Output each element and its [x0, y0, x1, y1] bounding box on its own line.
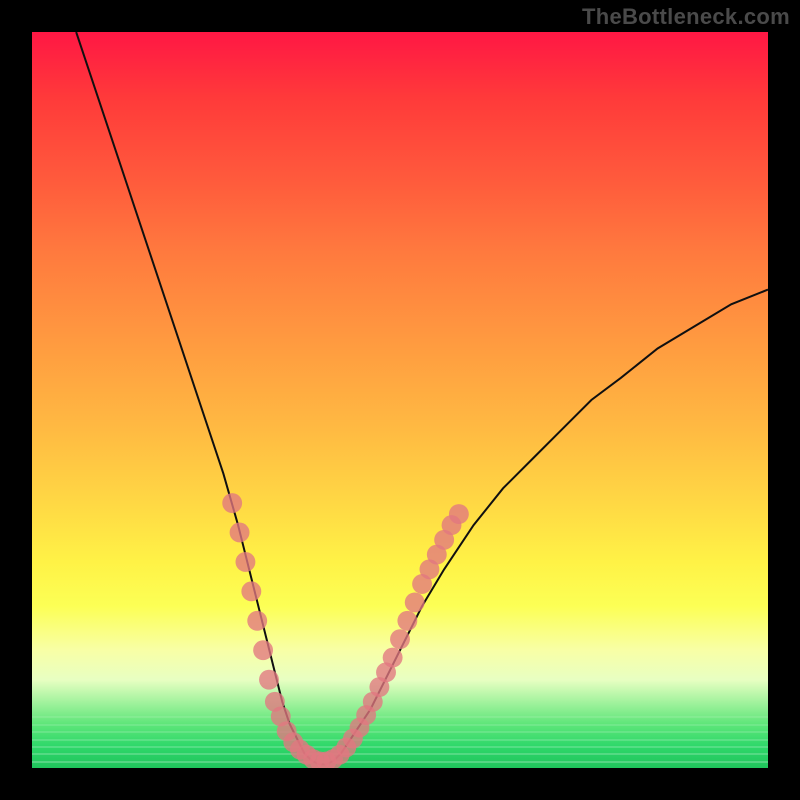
- plot-area: [32, 32, 768, 768]
- highlight-dot: [449, 504, 469, 524]
- highlight-dot: [397, 611, 417, 631]
- chart-svg: [32, 32, 768, 768]
- highlight-dot: [259, 670, 279, 690]
- highlight-dot: [230, 523, 250, 543]
- highlight-dot: [390, 629, 410, 649]
- highlight-dot: [236, 552, 256, 572]
- watermark-text: TheBottleneck.com: [582, 4, 790, 30]
- highlight-dots: [222, 493, 469, 768]
- bottleneck-curve: [76, 32, 768, 764]
- highlight-dot: [247, 611, 267, 631]
- highlight-dot: [222, 493, 242, 513]
- highlight-dot: [383, 648, 403, 668]
- chart-frame: TheBottleneck.com: [0, 0, 800, 800]
- highlight-dot: [253, 640, 273, 660]
- highlight-dot: [405, 592, 425, 612]
- highlight-dot: [241, 581, 261, 601]
